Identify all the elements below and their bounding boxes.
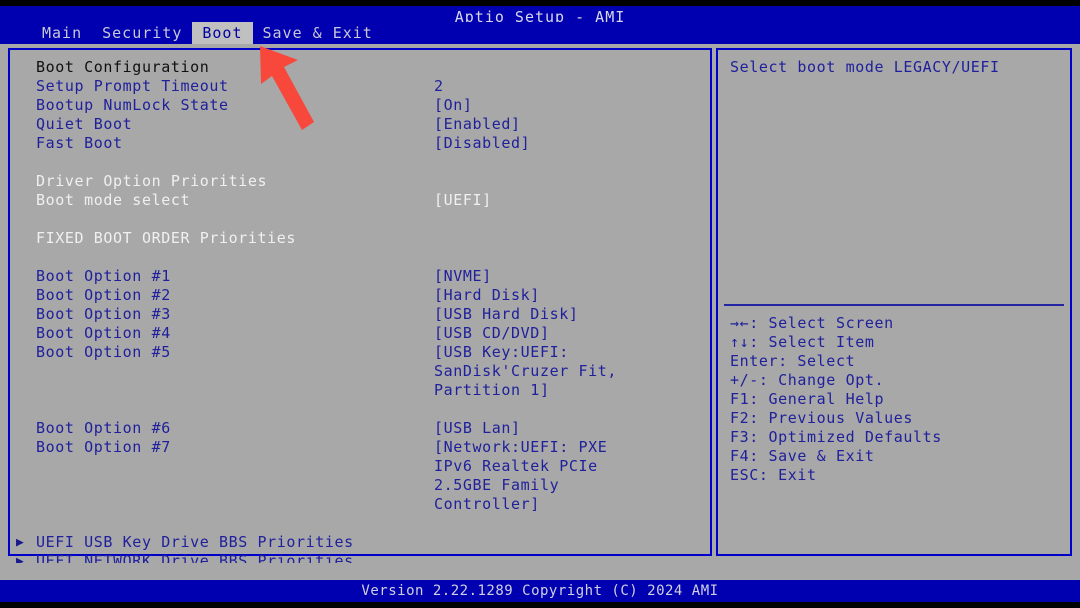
setting-label: Quiet Boot <box>36 115 133 133</box>
boot-option-value[interactable]: [Hard Disk] <box>434 286 540 305</box>
help-key-select-item: ↑↓: Select Item <box>730 333 875 351</box>
setting-bootup-numlock-state[interactable]: Bootup NumLock State [On] <box>10 96 710 115</box>
boot-option-value-cont: SanDisk'Cruzer Fit, <box>434 362 617 380</box>
boot-option-row-5-cont2: Partition 1] <box>10 381 710 400</box>
section-label: Boot Configuration <box>36 58 210 76</box>
boot-option-value-cont: 2.5GBE Family <box>434 476 560 494</box>
section-header-driver-option-priorities: Driver Option Priorities <box>10 172 710 191</box>
boot-option-label: Boot Option #2 <box>36 286 171 304</box>
tab-save-exit[interactable]: Save & Exit <box>253 22 383 44</box>
boot-option-value-cont: IPv6 Realtek PCIe <box>434 457 598 475</box>
help-divider <box>724 304 1064 306</box>
help-key-f2-previous-values: F2: Previous Values <box>730 409 913 427</box>
help-description: Select boot mode LEGACY/UEFI <box>730 58 1000 76</box>
help-panel: Select boot mode LEGACY/UEFI →←: Select … <box>716 48 1072 556</box>
boot-option-row-4[interactable]: Boot Option #4 [USB CD/DVD] <box>10 324 710 343</box>
setting-value[interactable]: [On] <box>434 96 473 115</box>
setting-fast-boot[interactable]: Fast Boot [Disabled] <box>10 134 710 153</box>
settings-panel: Boot Configuration Setup Prompt Timeout … <box>8 48 712 570</box>
boot-option-row-7-cont3: Controller] <box>10 495 710 514</box>
tab-main[interactable]: Main <box>32 22 92 44</box>
boot-option-row-5-cont1: SanDisk'Cruzer Fit, <box>10 362 710 381</box>
boot-option-value[interactable]: [USB Hard Disk] <box>434 305 578 324</box>
boot-option-row-7-cont2: 2.5GBE Family <box>10 476 710 495</box>
triangle-right-icon: ▶ <box>16 535 24 550</box>
section-header-boot-configuration: Boot Configuration <box>10 58 710 77</box>
help-key-f1-general-help: F1: General Help <box>730 390 885 408</box>
help-key-esc-exit: ESC: Exit <box>730 466 817 484</box>
boot-option-row-6[interactable]: Boot Option #6 [USB Lan] <box>10 419 710 438</box>
body-area: Boot Configuration Setup Prompt Timeout … <box>0 44 1080 570</box>
boot-option-label: Boot Option #3 <box>36 305 171 323</box>
help-key-f4-save-exit: F4: Save & Exit <box>730 447 875 465</box>
help-key-list: →←: Select Screen ↑↓: Select Item Enter:… <box>718 314 1070 485</box>
section-label: FIXED BOOT ORDER Priorities <box>36 229 297 247</box>
setting-label: Setup Prompt Timeout <box>36 77 229 95</box>
boot-option-label: Boot Option #1 <box>36 267 171 285</box>
menu-tab-bar: Main Security Boot Save & Exit <box>0 22 1080 44</box>
setting-value[interactable]: 2 <box>434 77 444 96</box>
boot-option-value[interactable]: [Network:UEFI: PXE <box>434 438 607 457</box>
boot-option-value[interactable]: [USB Key:UEFI: <box>434 343 569 362</box>
submenu-label: UEFI USB Key Drive BBS Priorities <box>36 533 354 551</box>
section-header-fixed-boot-order: FIXED BOOT ORDER Priorities <box>10 229 710 248</box>
help-key-change-opt: +/-: Change Opt. <box>730 371 885 389</box>
tab-boot[interactable]: Boot <box>192 22 253 44</box>
boot-option-row-7[interactable]: Boot Option #7 [Network:UEFI: PXE <box>10 438 710 457</box>
setting-label: Fast Boot <box>36 134 123 152</box>
help-key-select-screen: →←: Select Screen <box>730 314 894 332</box>
help-key-f3-optimized-defaults: F3: Optimized Defaults <box>730 428 942 446</box>
boot-option-row-3[interactable]: Boot Option #3 [USB Hard Disk] <box>10 305 710 324</box>
submenu-uefi-usb-key-drive-bbs-priorities[interactable]: ▶ UEFI USB Key Drive BBS Priorities <box>10 533 710 552</box>
setting-value[interactable]: [Disabled] <box>434 134 530 153</box>
setting-value[interactable]: [UEFI] <box>434 191 492 210</box>
setting-setup-prompt-timeout[interactable]: Setup Prompt Timeout 2 <box>10 77 710 96</box>
boot-option-label: Boot Option #4 <box>36 324 171 342</box>
footer-gap <box>0 563 1080 580</box>
boot-option-value[interactable]: [NVME] <box>434 267 492 286</box>
setting-quiet-boot[interactable]: Quiet Boot [Enabled] <box>10 115 710 134</box>
section-label: Driver Option Priorities <box>36 172 268 190</box>
setting-value[interactable]: [Enabled] <box>434 115 521 134</box>
boot-option-label: Boot Option #5 <box>36 343 171 361</box>
setting-label: Bootup NumLock State <box>36 96 229 114</box>
boot-option-value-cont: Partition 1] <box>434 381 550 399</box>
boot-option-value-cont: Controller] <box>434 495 540 513</box>
boot-option-row-2[interactable]: Boot Option #2 [Hard Disk] <box>10 286 710 305</box>
setting-boot-mode-select[interactable]: Boot mode select [UEFI] <box>10 191 710 210</box>
boot-option-row-1[interactable]: Boot Option #1 [NVME] <box>10 267 710 286</box>
boot-option-label: Boot Option #6 <box>36 419 171 437</box>
boot-option-row-5[interactable]: Boot Option #5 [USB Key:UEFI: <box>10 343 710 362</box>
boot-option-label: Boot Option #7 <box>36 438 171 456</box>
help-key-enter-select: Enter: Select <box>730 352 856 370</box>
boot-option-value[interactable]: [USB Lan] <box>434 419 521 438</box>
version-footer: Version 2.22.1289 Copyright (C) 2024 AMI <box>0 580 1080 602</box>
boot-option-row-7-cont1: IPv6 Realtek PCIe <box>10 457 710 476</box>
bios-setup-screen: Aptio Setup - AMI Main Security Boot Sav… <box>0 0 1080 608</box>
boot-option-value[interactable]: [USB CD/DVD] <box>434 324 550 343</box>
setting-label: Boot mode select <box>36 191 191 209</box>
tab-security[interactable]: Security <box>92 22 192 44</box>
